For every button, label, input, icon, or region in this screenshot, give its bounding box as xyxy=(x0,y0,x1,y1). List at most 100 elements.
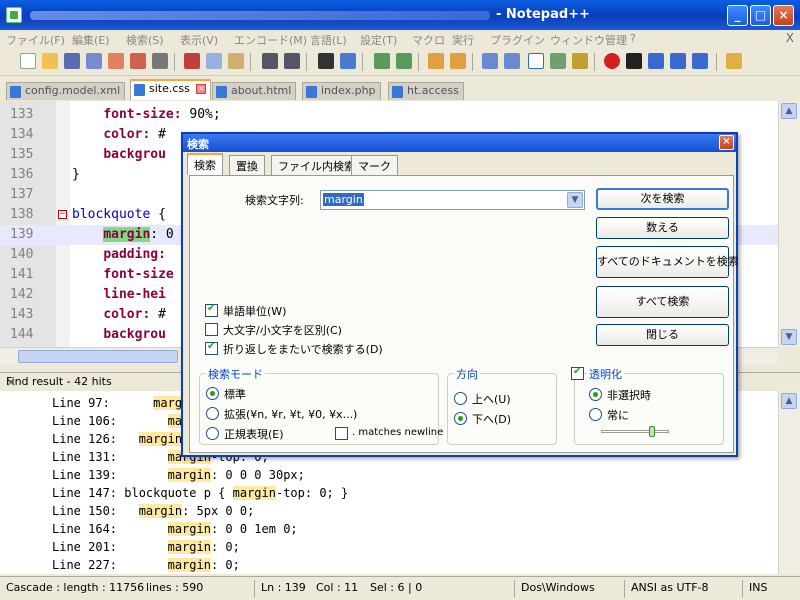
play-macro-icon[interactable] xyxy=(648,53,664,69)
save-icon[interactable] xyxy=(64,53,80,69)
menu-plugins[interactable]: プラグイン xyxy=(490,32,545,48)
find-dialog-title-bar[interactable]: 検索 × xyxy=(183,134,736,152)
show-all-characters-icon[interactable] xyxy=(504,53,520,69)
menu-edit[interactable]: 編集(E) xyxy=(72,32,110,48)
on-losing-focus-radio[interactable] xyxy=(589,388,602,401)
replace-icon[interactable] xyxy=(340,53,356,69)
tab-config-model-xml[interactable]: config.model.xml xyxy=(6,82,126,100)
scroll-up-icon[interactable]: ▲ xyxy=(781,103,797,119)
tab-index-php[interactable]: index.php xyxy=(302,82,381,100)
tab-label: config.model.xml xyxy=(25,84,121,97)
menu-view[interactable]: 表示(V) xyxy=(180,32,218,48)
normal-mode-radio[interactable] xyxy=(206,387,219,400)
direction-down-radio[interactable] xyxy=(454,412,467,425)
scroll-down-icon[interactable]: ▼ xyxy=(781,329,797,345)
result-line[interactable]: Line 227: margin: 0; xyxy=(0,556,778,574)
close-file-icon[interactable] xyxy=(108,53,124,69)
matches-newline-checkbox[interactable] xyxy=(335,427,348,440)
result-line[interactable]: Line 147: blockquote p { margin-top: 0; … xyxy=(0,484,778,502)
close-window-button[interactable]: × xyxy=(773,5,794,26)
menu-encoding[interactable]: エンコード(M) xyxy=(234,32,307,48)
cut-icon[interactable] xyxy=(184,53,200,69)
result-line[interactable]: Line 150: margin: 5px 0 0; xyxy=(0,502,778,520)
tab-find-in-files[interactable]: ファイル内検索 xyxy=(271,155,362,175)
transparency-slider-track[interactable] xyxy=(601,430,669,433)
undo-icon[interactable] xyxy=(262,53,278,69)
sync-vertical-icon[interactable] xyxy=(428,53,444,69)
minimize-button[interactable]: _ xyxy=(727,5,748,26)
menu-help[interactable]: ? xyxy=(630,32,636,45)
zoom-in-icon[interactable] xyxy=(374,53,390,69)
wrap-around-checkbox[interactable] xyxy=(205,341,218,355)
direction-title: 方向 xyxy=(454,366,480,382)
extended-mode-radio[interactable] xyxy=(206,407,219,420)
paste-icon[interactable] xyxy=(228,53,244,69)
horizontal-scroll-thumb[interactable] xyxy=(18,350,178,363)
line-number: 136 xyxy=(10,167,34,182)
find-all-in-documents-button[interactable]: すべてのドキュメントを検索 xyxy=(596,246,739,278)
menu-language[interactable]: 言語(L) xyxy=(310,32,347,48)
close-document-x[interactable]: X xyxy=(786,31,794,45)
copy-icon[interactable] xyxy=(206,53,222,69)
notepadpp-app-icon[interactable] xyxy=(6,7,22,23)
maximize-button[interactable]: □ xyxy=(750,5,771,26)
menu-macro[interactable]: マクロ xyxy=(412,32,445,48)
whole-word-checkbox[interactable] xyxy=(205,303,218,317)
indent-guide-icon[interactable] xyxy=(528,53,544,69)
menu-file[interactable]: ファイル(F) xyxy=(6,32,65,48)
save-all-icon[interactable] xyxy=(86,53,102,69)
find-what-combobox[interactable]: margin ▼ xyxy=(320,190,585,210)
find-all-button[interactable]: すべて検索 xyxy=(596,286,729,318)
menu-window[interactable]: ウィンドウ管理 xyxy=(550,32,627,48)
search-mode-group: 検索モード 標準 拡張(¥n, ¥r, ¥t, ¥0, ¥x...) 正規表現(… xyxy=(199,366,443,445)
zoom-out-icon[interactable] xyxy=(396,53,412,69)
find-dialog-title: 検索 xyxy=(187,138,209,151)
menu-settings[interactable]: 設定(T) xyxy=(360,32,397,48)
open-file-icon[interactable] xyxy=(42,53,58,69)
find-next-button[interactable]: 次を検索 xyxy=(596,188,729,210)
doc-map-icon[interactable] xyxy=(572,53,588,69)
fold-collapse-icon[interactable]: − xyxy=(58,210,67,219)
find-dialog-close-icon[interactable]: × xyxy=(719,135,734,150)
find-result-scrollbar[interactable]: ▲ xyxy=(778,391,800,574)
word-wrap-icon[interactable] xyxy=(482,53,498,69)
stop-macro-icon[interactable] xyxy=(626,53,642,69)
tab-close-icon[interactable]: × xyxy=(196,84,207,94)
tab-ht-access[interactable]: ht.access xyxy=(388,82,464,100)
result-line[interactable]: Line 139: margin: 0 0 0 30px; xyxy=(0,466,778,484)
user-defined-language-icon[interactable] xyxy=(550,53,566,69)
editor-vertical-scrollbar[interactable]: ▲ ▼ xyxy=(778,101,800,347)
save-macro-icon[interactable] xyxy=(692,53,708,69)
run-macro-multiple-icon[interactable] xyxy=(670,53,686,69)
direction-up-radio[interactable] xyxy=(454,392,467,405)
count-button[interactable]: 数える xyxy=(596,217,729,239)
transparency-slider-thumb[interactable] xyxy=(649,426,655,437)
result-line[interactable]: Line 201: margin: 0; xyxy=(0,538,778,556)
plugin-icon[interactable] xyxy=(726,53,742,69)
record-macro-icon[interactable] xyxy=(604,53,620,69)
match-case-checkbox[interactable] xyxy=(205,323,218,336)
tab-replace[interactable]: 置換 xyxy=(229,155,265,175)
print-icon[interactable] xyxy=(152,53,168,69)
close-button[interactable]: 閉じる xyxy=(596,324,729,346)
regex-mode-radio[interactable] xyxy=(206,427,219,440)
chevron-down-icon[interactable]: ▼ xyxy=(567,192,583,208)
document-icon xyxy=(216,86,227,98)
always-radio[interactable] xyxy=(589,408,602,421)
new-file-icon[interactable] xyxy=(20,53,36,69)
sync-horizontal-icon[interactable] xyxy=(450,53,466,69)
menu-search[interactable]: 検索(S) xyxy=(126,32,164,48)
result-line[interactable]: Line 164: margin: 0 0 1em 0; xyxy=(0,520,778,538)
tab-about-html[interactable]: about.html xyxy=(212,82,297,100)
status-line-number: Ln : 139 xyxy=(254,580,306,598)
code-text: color: # xyxy=(103,127,166,142)
menu-run[interactable]: 実行 xyxy=(452,32,474,48)
redo-icon[interactable] xyxy=(284,53,300,69)
scroll-up-icon[interactable]: ▲ xyxy=(781,393,797,409)
transparency-checkbox[interactable] xyxy=(571,366,584,380)
tab-mark[interactable]: マーク xyxy=(351,155,398,175)
tab-site-css[interactable]: site.css × xyxy=(130,79,212,100)
find-icon[interactable] xyxy=(318,53,334,69)
close-all-icon[interactable] xyxy=(130,53,146,69)
tab-find[interactable]: 検索 xyxy=(187,153,223,175)
